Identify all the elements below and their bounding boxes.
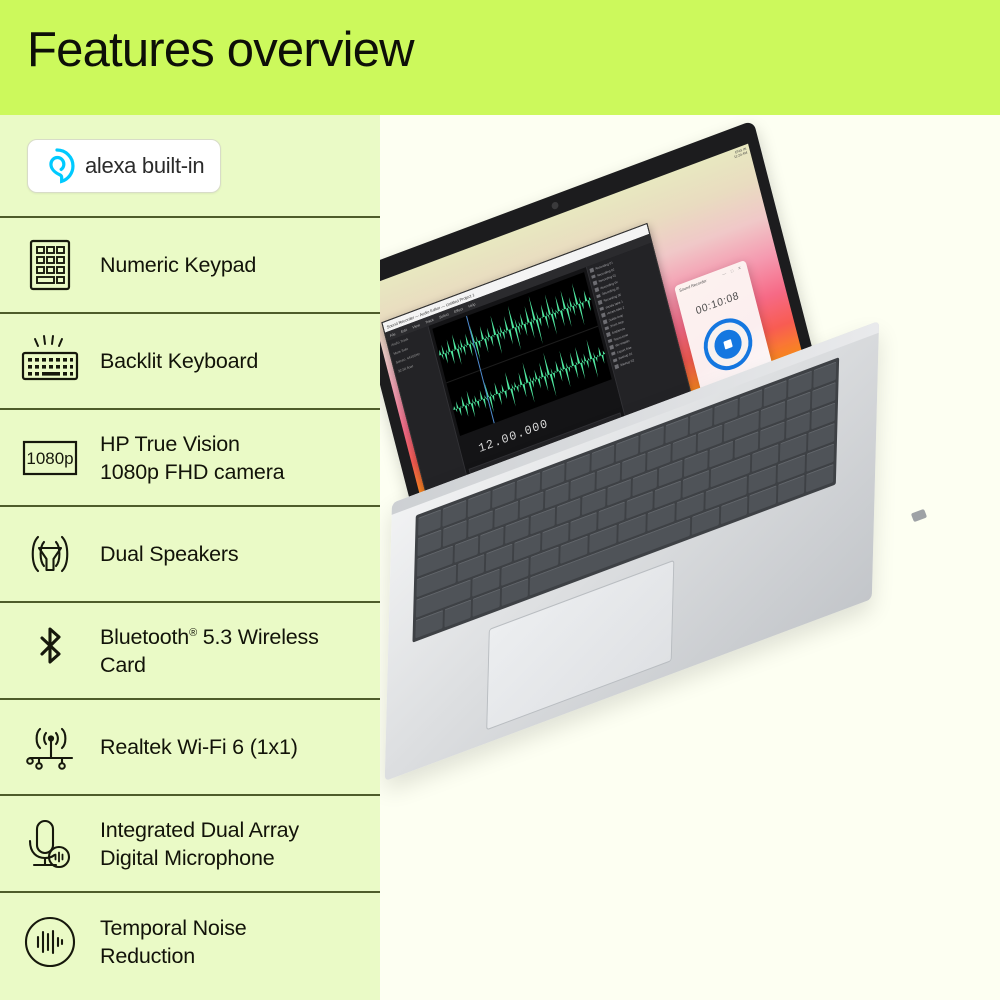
registered-mark: ® bbox=[189, 626, 197, 639]
feature-label: Bluetooth® 5.3 Wireless Card bbox=[100, 623, 380, 679]
feature-row-numeric-keypad: Numeric Keypad bbox=[0, 218, 380, 314]
feature-label-line2: Digital Microphone bbox=[100, 845, 275, 870]
dual-speakers-icon bbox=[0, 528, 100, 580]
feature-label-line2: 1080p FHD camera bbox=[100, 459, 285, 484]
file-icon bbox=[611, 351, 616, 357]
laptop-base bbox=[384, 320, 992, 803]
file-icon bbox=[596, 293, 601, 299]
feature-label: Backlit Keyboard bbox=[100, 349, 259, 373]
usb-port bbox=[910, 508, 928, 523]
file-icon bbox=[599, 306, 604, 312]
menu-item[interactable]: View bbox=[412, 323, 420, 330]
feature-row-noise-reduction: Temporal Noise Reduction bbox=[0, 893, 380, 990]
feature-label: HP True Vision 1080p FHD camera bbox=[100, 430, 294, 486]
file-icon bbox=[597, 300, 602, 305]
feature-row-alexa: alexa built-in bbox=[0, 115, 380, 218]
file-icon bbox=[607, 338, 612, 344]
svg-text:1080p: 1080p bbox=[26, 449, 73, 468]
file-icon bbox=[591, 274, 596, 280]
feature-row-microphone: Integrated Dual Array Digital Microphone bbox=[0, 796, 380, 893]
file-icon bbox=[614, 364, 619, 369]
page-header: Features overview bbox=[0, 0, 1000, 115]
feature-label: Numeric Keypad bbox=[100, 253, 257, 277]
file-icon bbox=[612, 357, 617, 363]
camera-1080p-icon: 1080p bbox=[0, 434, 100, 482]
alexa-ring-icon bbox=[38, 147, 76, 185]
feature-row-camera: 1080p HP True Vision 1080p FHD camera bbox=[0, 410, 380, 507]
feature-row-wifi: Realtek Wi-Fi 6 (1x1) bbox=[0, 700, 380, 796]
feature-label-line1: Temporal Noise bbox=[100, 915, 247, 940]
file-icon bbox=[606, 332, 611, 337]
file-icon bbox=[609, 345, 614, 350]
feature-label: Dual Speakers bbox=[100, 542, 239, 566]
feature-row-dual-speakers: Dual Speakers bbox=[0, 507, 380, 603]
feature-row-bluetooth: Bluetooth® 5.3 Wireless Card bbox=[0, 603, 380, 700]
numeric-keypad-icon bbox=[0, 238, 100, 292]
menu-item[interactable]: File bbox=[389, 332, 395, 338]
feature-label-line1: HP True Vision bbox=[100, 431, 240, 456]
webcam-icon bbox=[550, 201, 559, 211]
window-controls[interactable]: — □ ✕ bbox=[722, 264, 744, 277]
features-list-panel: alexa built-in Numeric Keypad Backlit Ke… bbox=[0, 115, 380, 1000]
stop-square-icon bbox=[723, 338, 733, 350]
feature-label: Integrated Dual Array Digital Microphone bbox=[100, 816, 309, 872]
file-icon bbox=[601, 313, 606, 318]
bluetooth-icon bbox=[0, 621, 100, 681]
feature-label-line2: Reduction bbox=[100, 943, 196, 968]
hp-laptop-image: Sound Recorder — Audio Editor — Untitled… bbox=[380, 115, 1000, 1000]
record-stop-button[interactable] bbox=[698, 311, 758, 378]
noise-reduction-icon bbox=[0, 912, 100, 972]
record-button-inner bbox=[711, 325, 745, 363]
feature-label-line1: Integrated Dual Array bbox=[100, 817, 299, 842]
file-icon bbox=[594, 287, 599, 292]
alexa-badge-label: alexa built-in bbox=[85, 152, 205, 178]
feature-label: Temporal Noise Reduction bbox=[100, 914, 257, 970]
file-icon bbox=[589, 268, 594, 273]
system-tray[interactable]: ENG IN 11:24 AM bbox=[733, 147, 748, 161]
features-overview-page: Features overview alexa built-in Numeric… bbox=[0, 0, 1000, 1000]
menu-item[interactable]: Help bbox=[468, 302, 476, 308]
microphone-icon bbox=[0, 815, 100, 873]
menu-item[interactable]: Edit bbox=[400, 327, 407, 333]
file-icon bbox=[604, 325, 609, 331]
file-icon bbox=[592, 280, 597, 286]
feature-label-pre: Bluetooth bbox=[100, 624, 190, 649]
file-icon bbox=[602, 319, 607, 325]
wifi-network-icon bbox=[0, 720, 100, 774]
recorder-title: Sound Recorder bbox=[678, 277, 708, 293]
feature-row-backlit-keyboard: Backlit Keyboard bbox=[0, 314, 380, 410]
feature-label: Realtek Wi-Fi 6 (1x1) bbox=[100, 735, 298, 759]
backlit-keyboard-icon bbox=[0, 334, 100, 388]
product-image-panel: Sound Recorder — Audio Editor — Untitled… bbox=[380, 115, 1000, 1000]
alexa-built-in-badge: alexa built-in bbox=[27, 138, 222, 193]
page-title: Features overview bbox=[27, 23, 415, 77]
